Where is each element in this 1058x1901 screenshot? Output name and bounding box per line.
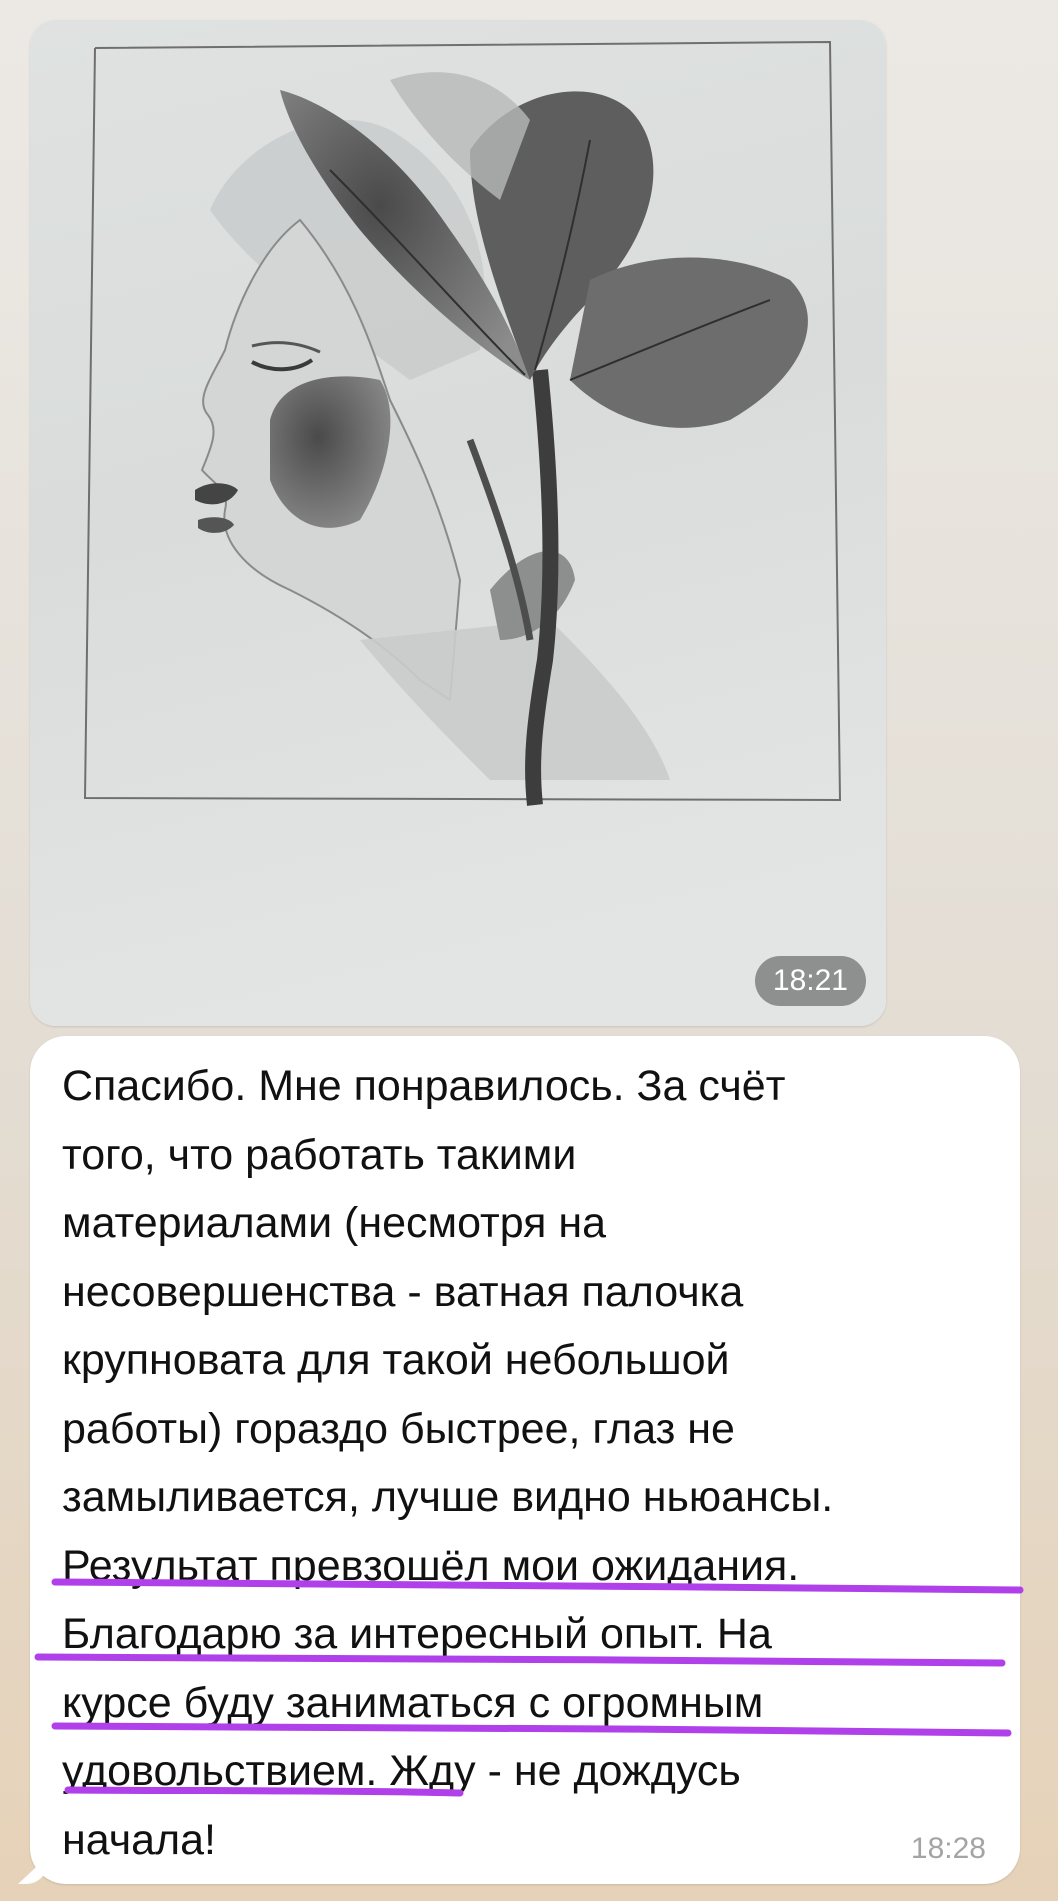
message-line: Спасибо. Мне понравилось. За счёт [62,1062,786,1110]
photo-message-bubble[interactable]: 18:21 [30,20,886,1026]
message-line: замыливается, лучше видно ньюансы. [62,1473,834,1521]
chat-area[interactable]: 18:21 Спасибо. Мне понравилось. За счёт … [0,0,1058,1901]
message-line: курсе буду заниматься с огромным [62,1678,764,1727]
drawing-photo[interactable] [30,20,886,1026]
message-line: работы) гораздо быстрее, глаз не [62,1404,735,1453]
message-line: материалами (несмотря на [62,1199,607,1247]
message-line: Результат превзошёл мои ожидания. [62,1541,800,1590]
message-line: крупновата для такой небольшой [62,1336,730,1384]
message-line: удовольствием. Жду - не дождусь [62,1747,741,1795]
text-message-bubble[interactable]: Спасибо. Мне понравилось. За счёт того, … [30,1036,1020,1884]
message-timestamp: 18:28 [910,1832,986,1865]
photo-timestamp: 18:21 [754,956,866,1006]
message-line: того, что работать такими [62,1130,577,1179]
message-line: Благодарю за интересный опыт. На [62,1610,772,1658]
message-line: начала! [62,1815,216,1864]
message-line: несовершенства - ватная палочка [62,1267,744,1316]
message-text: Спасибо. Мне понравилось. За счёт того, … [62,1052,1022,1874]
